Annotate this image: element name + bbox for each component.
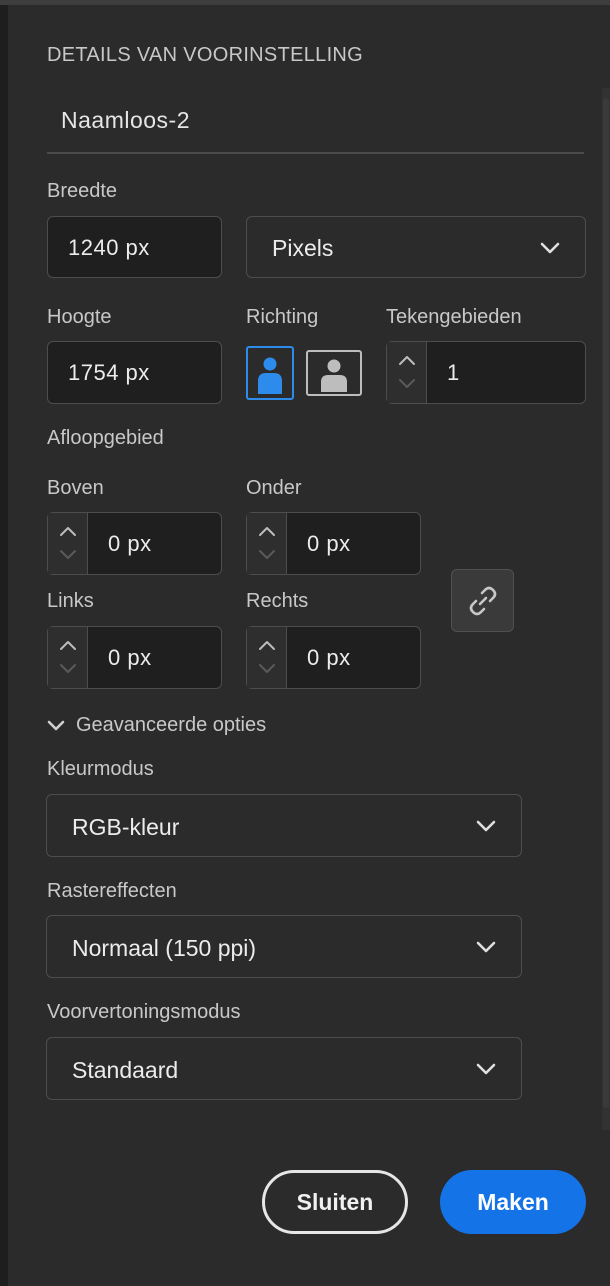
chevron-up-icon[interactable]: [58, 639, 78, 651]
bleed-bottom-arrows[interactable]: [247, 513, 287, 574]
color-mode-label: Kleurmodus: [47, 758, 154, 780]
chevron-down-icon: [47, 720, 65, 731]
chevron-up-icon[interactable]: [397, 354, 417, 366]
raster-effects-select[interactable]: Normaal (150 ppi): [46, 915, 522, 978]
landscape-button[interactable]: [306, 350, 362, 396]
raster-effects-label: Rastereffecten: [47, 880, 177, 902]
bleed-right-label: Rechts: [246, 590, 309, 612]
chevron-down-icon[interactable]: [58, 663, 78, 675]
artboards-label: Tekengebieden: [386, 306, 522, 328]
height-input[interactable]: 1754 px: [47, 341, 222, 404]
artboards-value: 1: [447, 360, 460, 385]
bleed-bottom-stepper[interactable]: 0 px: [246, 512, 421, 575]
bleed-right-stepper[interactable]: 0 px: [246, 626, 421, 689]
bleed-bottom-label: Onder: [246, 477, 302, 499]
preview-mode-label: Voorvertoningsmodus: [47, 1001, 241, 1023]
bleed-top-label: Boven: [47, 477, 104, 499]
unit-value: Pixels: [272, 235, 334, 261]
height-value: 1754 px: [68, 360, 150, 385]
orientation-label: Richting: [246, 306, 319, 328]
link-icon: [469, 586, 497, 616]
preset-name-field[interactable]: Naamloos-2: [47, 92, 584, 154]
preset-name-value: Naamloos-2: [61, 107, 190, 133]
bleed-left-label: Links: [47, 590, 94, 612]
preview-mode-select[interactable]: Standaard: [46, 1037, 522, 1100]
bleed-left-value: 0 px: [108, 645, 152, 670]
bleed-title: Afloopgebied: [47, 427, 164, 449]
window-edge: [0, 0, 8, 1286]
bleed-bottom-value: 0 px: [307, 531, 351, 556]
chevron-down-icon: [476, 1063, 496, 1075]
chevron-down-icon[interactable]: [58, 549, 78, 561]
chevron-down-icon[interactable]: [257, 663, 277, 675]
bleed-top-value: 0 px: [108, 531, 152, 556]
chevron-up-icon[interactable]: [257, 525, 277, 537]
top-divider: [0, 0, 610, 5]
color-mode-select[interactable]: RGB-kleur: [46, 794, 522, 857]
scrollbar-thumb[interactable]: [603, 98, 609, 1108]
portrait-icon: [258, 357, 282, 394]
preview-mode-value: Standaard: [72, 1057, 179, 1083]
width-input[interactable]: 1240 px: [47, 216, 222, 278]
section-title: DETAILS VAN VOORINSTELLING: [47, 44, 364, 66]
color-mode-value: RGB-kleur: [72, 814, 180, 840]
link-bleed-button[interactable]: [451, 569, 514, 632]
chevron-down-icon: [476, 941, 496, 953]
height-label: Hoogte: [47, 306, 112, 328]
artboards-stepper-arrows[interactable]: [387, 342, 427, 403]
chevron-down-icon: [540, 242, 560, 254]
bleed-top-arrows[interactable]: [48, 513, 88, 574]
width-label: Breedte: [47, 180, 118, 202]
chevron-up-icon[interactable]: [58, 525, 78, 537]
chevron-down-icon: [476, 820, 496, 832]
width-value: 1240 px: [68, 235, 150, 260]
bleed-right-value: 0 px: [307, 645, 351, 670]
bleed-top-stepper[interactable]: 0 px: [47, 512, 222, 575]
chevron-up-icon[interactable]: [257, 639, 277, 651]
advanced-options-label: Geavanceerde opties: [76, 714, 267, 736]
unit-select[interactable]: Pixels: [246, 216, 586, 278]
bleed-left-stepper[interactable]: 0 px: [47, 626, 222, 689]
artboards-stepper[interactable]: 1: [386, 341, 586, 404]
bleed-left-arrows[interactable]: [48, 627, 88, 688]
chevron-down-icon[interactable]: [397, 378, 417, 390]
chevron-down-icon[interactable]: [257, 549, 277, 561]
landscape-icon: [321, 359, 347, 392]
scrollbar[interactable]: [602, 88, 610, 1130]
raster-effects-value: Normaal (150 ppi): [72, 935, 257, 961]
portrait-button[interactable]: [246, 346, 294, 400]
bleed-right-arrows[interactable]: [247, 627, 287, 688]
make-button[interactable]: Maken: [440, 1170, 586, 1234]
close-button[interactable]: Sluiten: [262, 1170, 408, 1234]
